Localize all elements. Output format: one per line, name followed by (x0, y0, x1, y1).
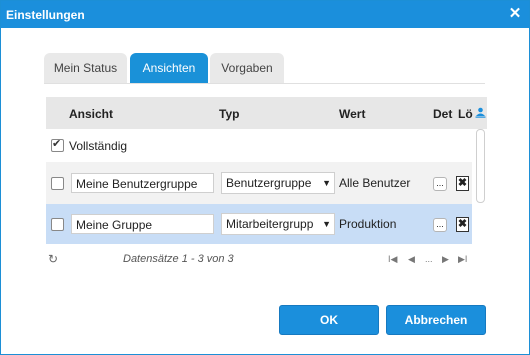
table-row[interactable]: Meine Gruppe Mitarbeitergrupp ▼ Produktio… (46, 204, 472, 244)
views-grid: Ansicht Typ Wert Det Lö Vollständig Mein… (46, 97, 487, 249)
delete-button[interactable]: ✖ (456, 217, 469, 232)
tab-vorgaben[interactable]: Vorgaben (210, 53, 284, 83)
col-header-wert[interactable]: Wert (339, 107, 365, 121)
prev-page-icon[interactable]: ◀ (408, 254, 415, 265)
table-row[interactable]: Meine Benutzergruppe Benutzergruppe ▼ All… (46, 162, 472, 204)
user-export-icon[interactable] (475, 107, 486, 118)
typ-select[interactable]: Benutzergruppe ▼ (221, 172, 335, 194)
refresh-icon[interactable]: ↻ (48, 252, 58, 266)
cancel-button[interactable]: Abbrechen (386, 305, 486, 335)
chevron-down-icon: ▼ (322, 178, 331, 188)
details-button[interactable]: ... (433, 177, 447, 191)
dialog-titlebar: Einstellungen ✕ (1, 1, 529, 28)
first-page-icon[interactable]: I◀ (388, 254, 397, 265)
scrollbar-thumb[interactable] (476, 129, 485, 203)
row-checkbox[interactable] (51, 137, 64, 152)
col-header-typ[interactable]: Typ (219, 107, 239, 121)
settings-dialog: Einstellungen ✕ Mein Status Ansichten Vo… (0, 0, 530, 355)
tab-ansichten[interactable]: Ansichten (130, 53, 208, 83)
row-wert: Alle Benutzer (339, 176, 411, 190)
grid-header: Ansicht Typ Wert Det Lö (46, 97, 487, 129)
grid-pager: ↻ Datensätze 1 - 3 von 3 I◀ ◀ ... ▶ ▶I (46, 251, 476, 271)
typ-select-value: Benutzergruppe (226, 176, 312, 190)
delete-button[interactable]: ✖ (456, 176, 469, 191)
grid-scrollbar[interactable] (474, 129, 486, 249)
row-checkbox[interactable] (51, 177, 64, 190)
col-header-ansicht[interactable]: Ansicht (69, 107, 113, 121)
close-icon[interactable]: ✕ (507, 6, 523, 22)
typ-select[interactable]: Mitarbeitergrupp ▼ (221, 213, 335, 235)
chevron-down-icon: ▼ (322, 219, 331, 229)
ansicht-name-input[interactable]: Meine Benutzergruppe (71, 173, 214, 193)
row-ansicht: Vollständig (69, 139, 128, 153)
tab-mein-status[interactable]: Mein Status (44, 53, 127, 83)
next-page-icon[interactable]: ▶ (442, 254, 449, 265)
ansicht-name-input[interactable]: Meine Gruppe (71, 214, 214, 234)
records-info: Datensätze 1 - 3 von 3 (123, 253, 234, 265)
typ-select-value: Mitarbeitergrupp (226, 217, 314, 231)
dialog-title: Einstellungen (6, 8, 85, 22)
ok-button[interactable]: OK (279, 305, 379, 335)
col-header-det[interactable]: Det (433, 107, 452, 121)
page-dots[interactable]: ... (425, 254, 433, 264)
col-header-loe[interactable]: Lö (458, 107, 473, 121)
row-checkbox[interactable] (51, 218, 64, 231)
tab-underline (44, 83, 485, 84)
details-button[interactable]: ... (433, 218, 447, 232)
table-row[interactable]: Vollständig (46, 129, 472, 162)
last-page-icon[interactable]: ▶I (458, 254, 467, 265)
row-wert: Produktion (339, 217, 397, 231)
